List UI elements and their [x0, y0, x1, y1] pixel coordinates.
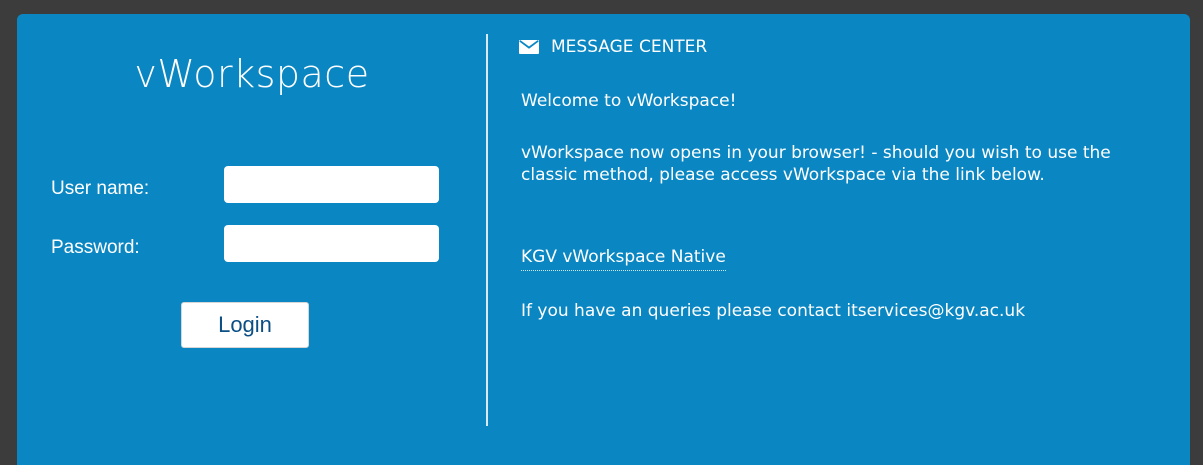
- password-input[interactable]: [224, 225, 439, 262]
- contact-message: If you have an queries please contact it…: [521, 301, 1026, 321]
- password-label: Password:: [51, 237, 140, 258]
- welcome-message: Welcome to vWorkspace!: [521, 91, 737, 111]
- username-input[interactable]: [224, 166, 439, 203]
- message-center-header: MESSAGE CENTER: [519, 37, 707, 57]
- login-panel: vWorkspace User name: Password: Login ME…: [17, 14, 1190, 465]
- envelope-icon: [519, 40, 539, 54]
- native-link[interactable]: KGV vWorkspace Native: [521, 246, 726, 271]
- username-label: User name:: [51, 178, 150, 199]
- brand-title: vWorkspace: [134, 52, 370, 96]
- message-center-title: MESSAGE CENTER: [551, 37, 708, 57]
- panel-divider: [486, 34, 488, 426]
- intro-message: vWorkspace now opens in your browser! - …: [521, 143, 1111, 185]
- login-button[interactable]: Login: [181, 302, 309, 348]
